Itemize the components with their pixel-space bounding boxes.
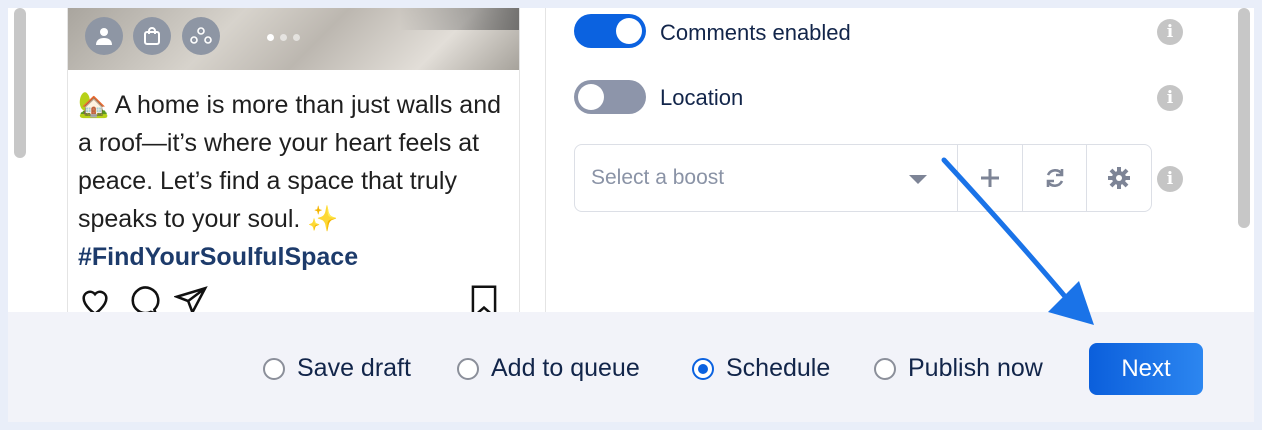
post-settings-panel: Comments enabled i Location i Select a b…: [545, 8, 1238, 312]
post-caption: 🏡 A home is more than just walls and a r…: [78, 86, 508, 276]
option-label: Schedule: [726, 354, 831, 382]
boost-placeholder: Select a boost: [591, 166, 725, 189]
plus-icon: [980, 169, 999, 187]
info-icon[interactable]: i: [1157, 85, 1183, 111]
comment-icon[interactable]: [126, 284, 160, 312]
radio-button[interactable]: [874, 357, 896, 380]
boost-select[interactable]: Select a boost: [575, 145, 958, 211]
refresh-icon: [1046, 169, 1063, 187]
add-boost-button[interactable]: [958, 145, 1023, 211]
boost-settings-button[interactable]: [1087, 145, 1151, 211]
carousel-dot[interactable]: [280, 34, 287, 41]
send-icon[interactable]: [174, 284, 208, 312]
preview-scrollbar[interactable]: [14, 8, 26, 158]
toggle-knob: [616, 18, 642, 44]
location-label: Location: [660, 85, 744, 110]
comments-toggle[interactable]: [574, 14, 646, 48]
info-icon[interactable]: i: [1157, 19, 1183, 45]
settings-scrollbar[interactable]: [1238, 8, 1250, 228]
shopping-bag-icon[interactable]: [133, 17, 171, 55]
save-draft-option[interactable]: Save draft: [263, 354, 411, 383]
post-image: [68, 8, 519, 70]
caption-hashtag[interactable]: #FindYourSoulfulSpace: [78, 243, 358, 271]
sparkle-emoji: ✨: [307, 205, 339, 233]
publish-footer: Save draft Add to queue Schedule Publish…: [8, 312, 1254, 422]
option-label: Publish now: [908, 354, 1043, 382]
toggle-knob: [578, 84, 604, 110]
house-emoji: 🏡: [78, 91, 110, 119]
next-button[interactable]: Next: [1089, 343, 1203, 395]
location-toggle[interactable]: [574, 80, 646, 114]
publish-now-option[interactable]: Publish now: [874, 354, 1043, 383]
post-preview: 🏡 A home is more than just walls and a r…: [67, 8, 520, 312]
heart-icon[interactable]: [78, 284, 112, 312]
radio-button[interactable]: [692, 357, 714, 380]
chevron-down-icon: [909, 175, 927, 184]
user-icon[interactable]: [85, 17, 123, 55]
refresh-boost-button[interactable]: [1023, 145, 1088, 211]
bookmark-icon[interactable]: [468, 284, 500, 312]
info-icon[interactable]: i: [1157, 166, 1183, 192]
caption-text: A home is more than just walls and a roo…: [78, 91, 502, 233]
post-actions: [78, 284, 502, 312]
carousel-dot[interactable]: [293, 34, 300, 41]
carousel-dots[interactable]: [267, 34, 300, 41]
collaborators-icon[interactable]: [182, 17, 220, 55]
radio-button[interactable]: [457, 357, 479, 380]
option-label: Save draft: [297, 354, 411, 382]
carousel-dot[interactable]: [267, 34, 274, 41]
add-to-queue-option[interactable]: Add to queue: [457, 354, 640, 383]
boost-control: Select a boost: [574, 144, 1152, 212]
option-label: Add to queue: [491, 354, 640, 382]
schedule-option[interactable]: Schedule: [692, 354, 830, 383]
gear-icon: [1108, 167, 1131, 189]
radio-button[interactable]: [263, 357, 285, 380]
comments-label: Comments enabled: [660, 20, 851, 45]
